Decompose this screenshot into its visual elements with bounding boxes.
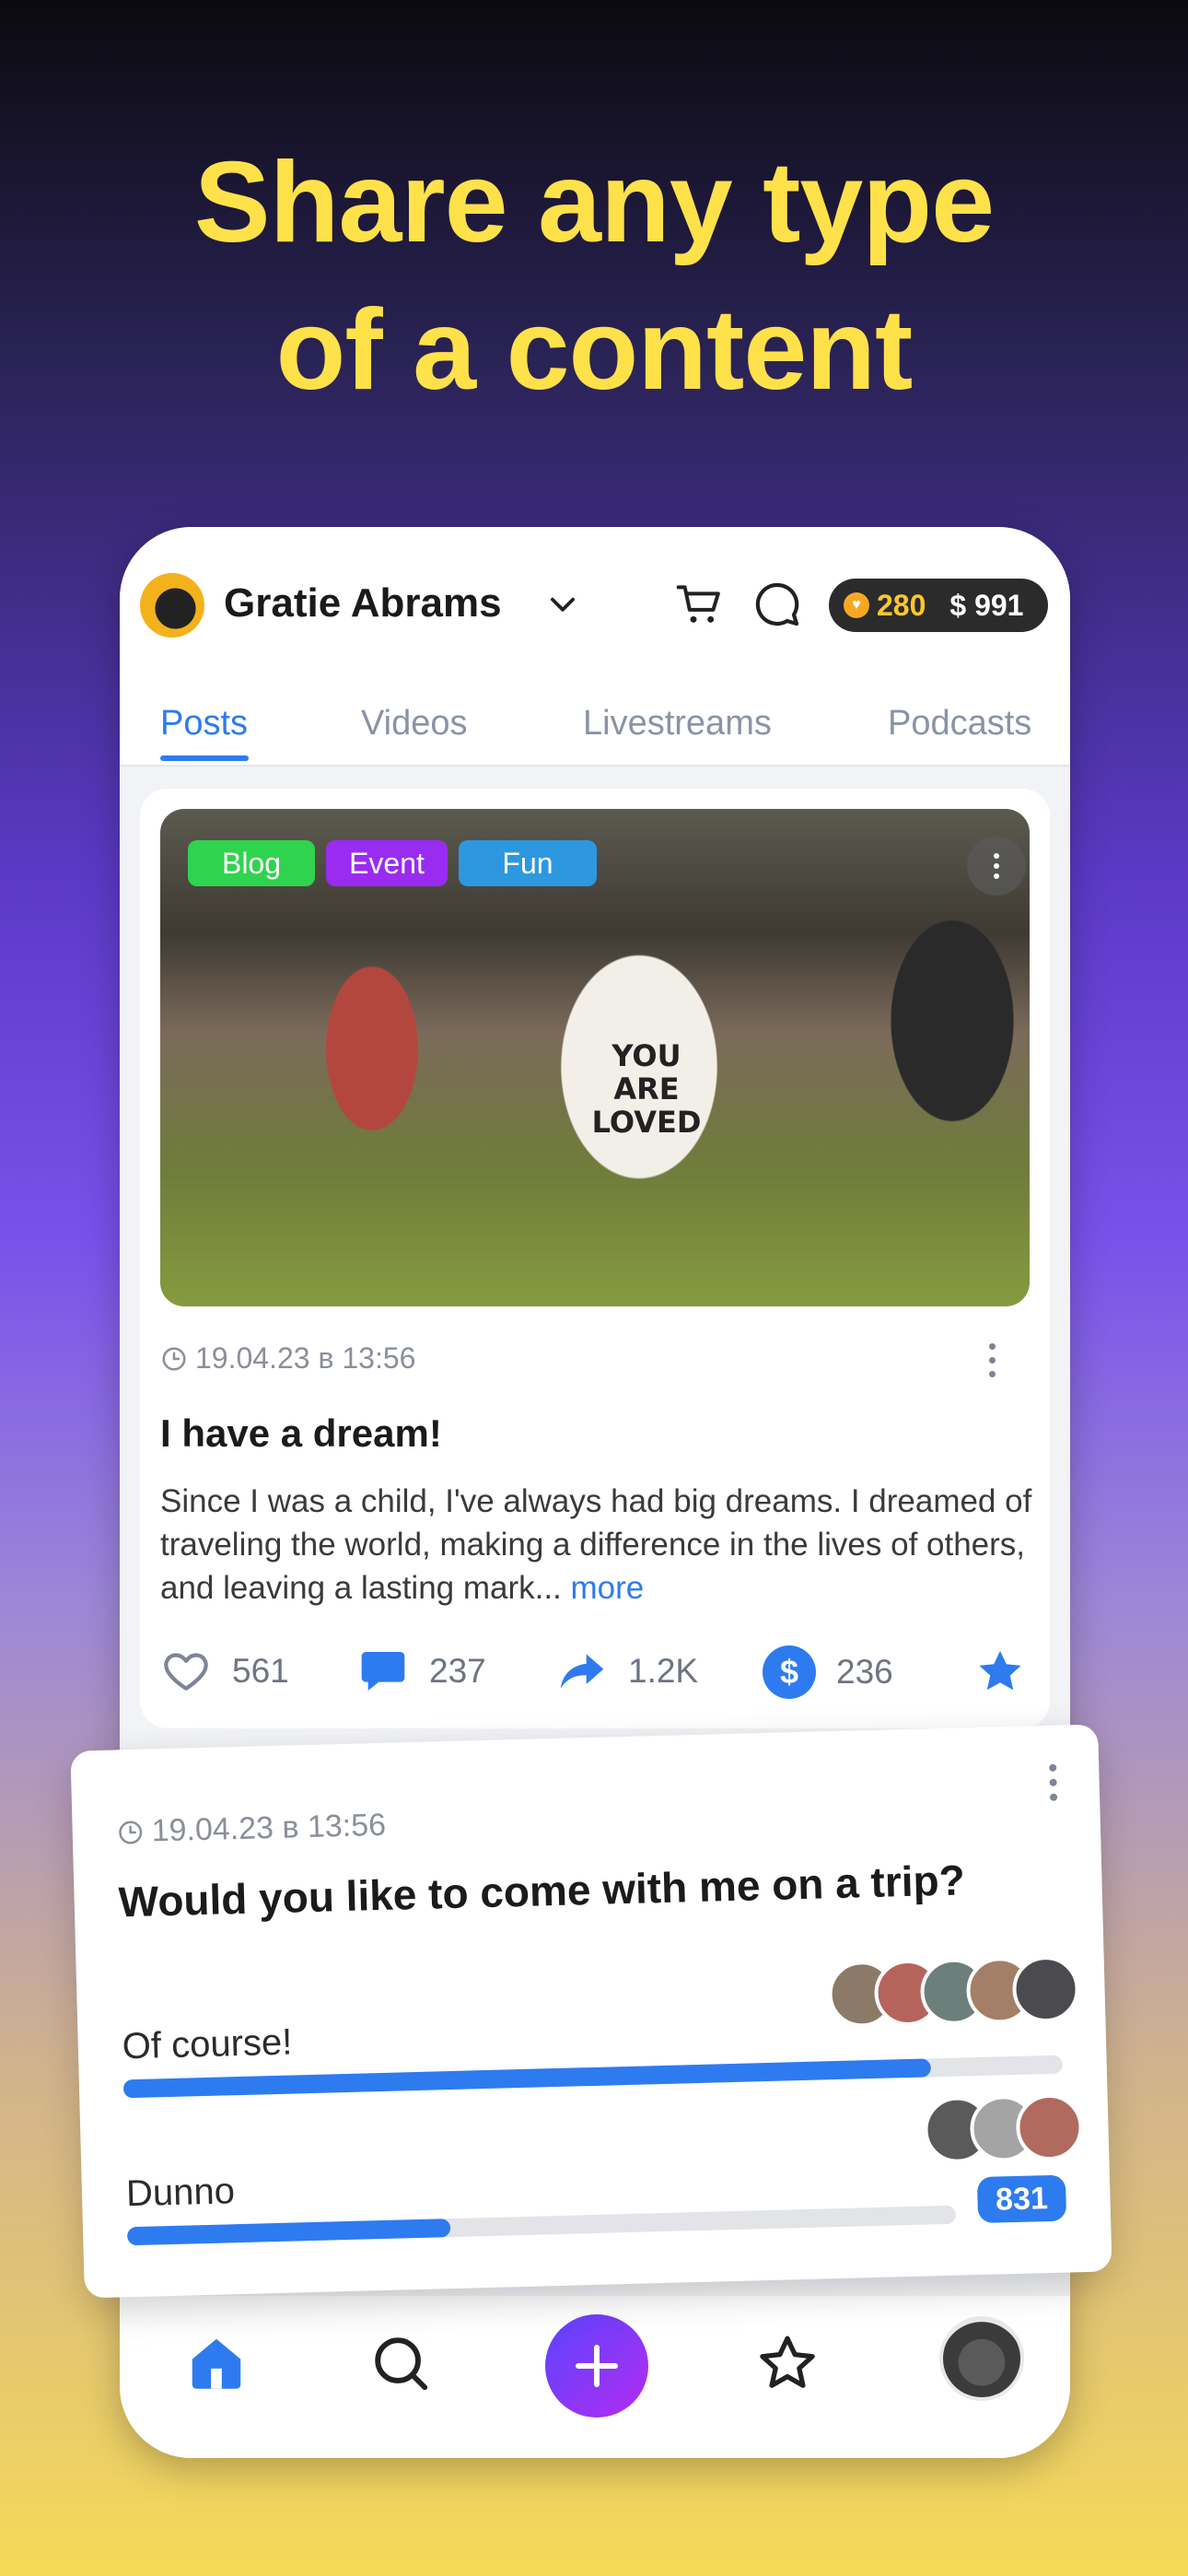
headline: Share any type of a content bbox=[0, 129, 1188, 424]
home-icon[interactable] bbox=[184, 2331, 249, 2395]
star-filled-icon bbox=[979, 1650, 1021, 1691]
image-shirt-text: YOU ARE LOVED bbox=[591, 1038, 702, 1140]
post-timestamp: 19.04.23 в 13:56 bbox=[160, 1341, 415, 1376]
username[interactable]: Gratie Abrams bbox=[224, 580, 502, 626]
voter-avatar bbox=[1011, 1955, 1080, 2024]
clock-icon bbox=[119, 1821, 143, 1844]
post-card[interactable]: YOU ARE LOVED Blog Event Fun 19.04.23 в … bbox=[140, 789, 1050, 1728]
tips-count: 236 bbox=[836, 1653, 893, 1691]
poll-option-1[interactable]: Of course! bbox=[121, 1955, 1080, 2101]
comments-count: 237 bbox=[429, 1652, 486, 1690]
share-icon bbox=[560, 1654, 604, 1689]
poll-timestamp: 19.04.23 в 13:56 bbox=[116, 1807, 387, 1851]
tag-event[interactable]: Event bbox=[326, 840, 448, 886]
poll-option-fill bbox=[126, 2219, 451, 2246]
post-actions: 561 237 1.2K $ 236 bbox=[140, 1645, 1050, 1710]
heart-icon bbox=[164, 1653, 208, 1691]
chevron-down-icon[interactable] bbox=[545, 588, 580, 623]
image-more-dots-icon[interactable] bbox=[967, 837, 1026, 896]
headline-line-1: Share any type bbox=[193, 139, 995, 266]
profile-avatar[interactable] bbox=[939, 2316, 1024, 2401]
poll-option-voters bbox=[827, 1955, 1080, 2029]
poll-question: Would you like to come with me on a trip… bbox=[118, 1856, 966, 1926]
share-button[interactable]: 1.2K bbox=[556, 1645, 698, 1697]
poll-option-voters bbox=[923, 2093, 1084, 2164]
comment-icon bbox=[361, 1652, 405, 1691]
shares-count: 1.2K bbox=[628, 1652, 699, 1690]
favorite-button[interactable] bbox=[974, 1645, 1026, 1697]
create-post-button[interactable] bbox=[545, 2314, 648, 2418]
post-body: Since I was a child, I've always had big… bbox=[160, 1480, 1035, 1610]
likes-count: 561 bbox=[232, 1652, 289, 1690]
tip-button[interactable]: $ 236 bbox=[763, 1645, 893, 1699]
poll-option-label: Dunno bbox=[125, 2171, 236, 2215]
search-icon[interactable] bbox=[368, 2331, 433, 2395]
chat-icon[interactable] bbox=[751, 579, 803, 630]
user-avatar[interactable] bbox=[140, 573, 204, 638]
tab-posts[interactable]: Posts bbox=[160, 704, 248, 744]
post-image[interactable]: YOU ARE LOVED Blog Event Fun bbox=[160, 809, 1030, 1306]
poll-option-2[interactable]: Dunno 831 bbox=[124, 2093, 1084, 2257]
tab-podcasts[interactable]: Podcasts bbox=[888, 704, 1031, 744]
active-tab-indicator bbox=[160, 755, 249, 761]
cart-icon[interactable] bbox=[674, 579, 726, 630]
tag-blog[interactable]: Blog bbox=[188, 840, 315, 886]
poll-more-dots-icon[interactable] bbox=[1047, 1762, 1059, 1803]
tab-videos[interactable]: Videos bbox=[361, 704, 468, 744]
star-icon[interactable] bbox=[755, 2331, 820, 2395]
poll-option-count: 831 bbox=[976, 2174, 1067, 2224]
tag-fun[interactable]: Fun bbox=[459, 840, 597, 886]
post-datetime: 19.04.23 в 13:56 bbox=[195, 1341, 416, 1375]
plus-icon bbox=[576, 2345, 618, 2387]
comment-button[interactable]: 237 bbox=[357, 1645, 486, 1697]
balance-badge[interactable]: ♥ 280 $ 991 bbox=[829, 579, 1048, 632]
headline-line-2: of a content bbox=[275, 287, 914, 414]
post-title: I have a dream! bbox=[160, 1411, 442, 1455]
poll-datetime: 19.04.23 в 13:56 bbox=[151, 1807, 387, 1849]
coin-icon: ♥ bbox=[844, 592, 869, 618]
bottom-nav bbox=[120, 2296, 1070, 2458]
content-tabs: Posts Videos Livestreams Podcasts bbox=[120, 674, 1070, 767]
coins-count: 280 bbox=[877, 588, 926, 622]
post-more-dots-icon[interactable] bbox=[987, 1341, 996, 1380]
poll-card[interactable]: 19.04.23 в 13:56 Would you like to come … bbox=[70, 1724, 1112, 2299]
like-button[interactable]: 561 bbox=[160, 1645, 289, 1697]
money-balance: $ 991 bbox=[949, 588, 1024, 622]
voter-avatar bbox=[1015, 2093, 1084, 2161]
dollar-icon: $ bbox=[763, 1645, 816, 1699]
poll-option-label: Of course! bbox=[122, 2021, 293, 2067]
poll-option-track bbox=[126, 2205, 957, 2246]
more-link[interactable]: more bbox=[571, 1570, 645, 1606]
clock-icon bbox=[162, 1347, 186, 1370]
tab-livestreams[interactable]: Livestreams bbox=[583, 704, 772, 744]
